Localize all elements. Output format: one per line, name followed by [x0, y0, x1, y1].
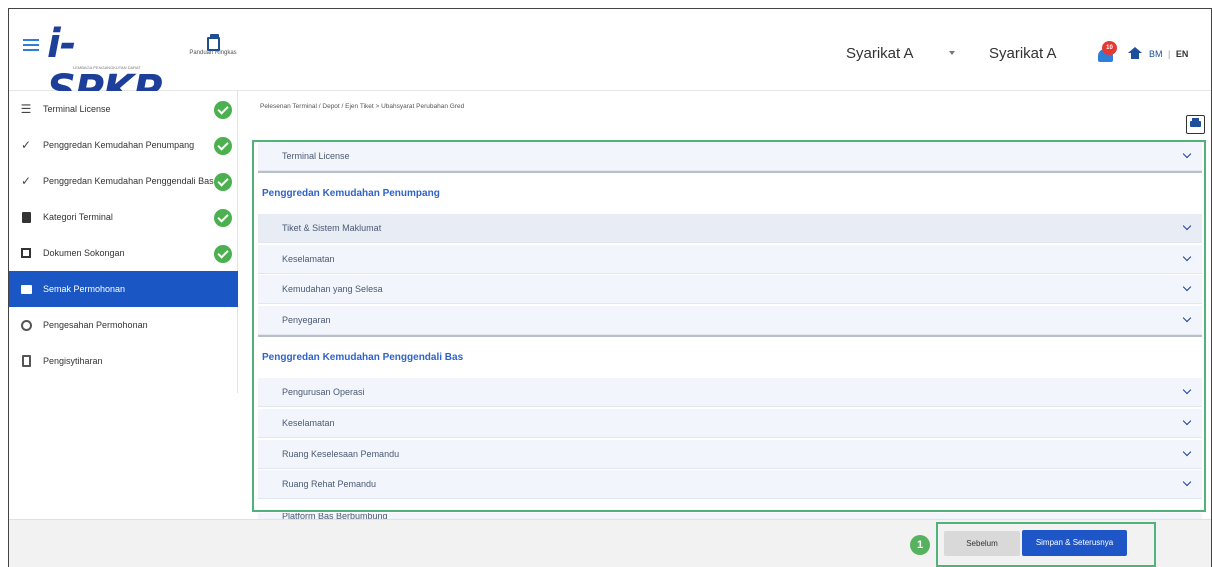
grade-icon: ✓ [20, 138, 32, 152]
accordion-label: Terminal License [282, 151, 350, 161]
menu-icon[interactable] [23, 39, 39, 53]
app-frame: i-SPKP LEMBAGA PENGANGKUTAN DARAT Pandua… [8, 8, 1212, 567]
sidebar-item-dokumen-sokongan[interactable]: Dokumen Sokongan [9, 235, 238, 271]
accordion-terminal-license[interactable]: Terminal License [258, 142, 1202, 171]
verify-icon [19, 318, 33, 332]
sidebar-item-label: Terminal License [43, 104, 111, 114]
accordion-label: Ruang Rehat Pemandu [282, 479, 377, 489]
company-name: Syarikat A [989, 45, 1057, 62]
save-next-button[interactable]: Simpan & Seterusnya [1022, 530, 1127, 556]
chevron-down-icon [1182, 149, 1192, 159]
grade-icon: ✓ [20, 174, 32, 188]
breadcrumb: Pelesenan Terminal / Depot / Ejen Tiket … [260, 103, 465, 110]
lang-bm[interactable]: BM [1149, 49, 1163, 59]
accordion-label: Pengurusan Operasi [282, 387, 365, 397]
section-divider [258, 335, 1202, 337]
sidebar-item-label: Pengesahan Permohonan [43, 320, 148, 330]
section-title-penggendali-bas: Penggredan Kemudahan Penggendali Bas [262, 352, 464, 363]
review-accordion: Terminal License Penggredan Kemudahan Pe… [252, 140, 1206, 512]
lang-separator: | [1168, 49, 1171, 59]
check-circle-icon [214, 101, 232, 119]
chevron-down-icon[interactable] [949, 51, 955, 55]
chevron-down-icon [1182, 313, 1192, 323]
previous-button[interactable]: Sebelum [944, 531, 1020, 556]
notification-bell[interactable]: 10 [1096, 41, 1120, 65]
accordion-label: Ruang Keselesaan Pemandu [282, 449, 400, 459]
company-select[interactable]: Syarikat A [846, 45, 914, 62]
step-number-badge: 1 [910, 535, 930, 555]
check-circle-icon [214, 137, 232, 155]
app-logo[interactable]: i-SPKP LEMBAGA PENGANGKUTAN DARAT [47, 21, 187, 113]
chevron-down-icon [1182, 282, 1192, 292]
home-icon[interactable] [1128, 47, 1142, 60]
notification-badge: 10 [1102, 41, 1117, 55]
check-circle-icon [214, 209, 232, 227]
section-divider [258, 171, 1202, 173]
chevron-down-icon [1182, 252, 1192, 262]
sidebar-item-label: Penggredan Kemudahan Penggendali Bas [43, 176, 214, 186]
sidebar-item-penggredan-bas[interactable]: ✓ Penggredan Kemudahan Penggendali Bas [9, 163, 238, 199]
accordion-kemudahan-selesa[interactable]: Kemudahan yang Selesa [258, 275, 1202, 304]
logo-subtitle: LEMBAGA PENGANGKUTAN DARAT [73, 65, 141, 70]
accordion-tiket-sistem[interactable]: Tiket & Sistem Maklumat [258, 214, 1202, 243]
library-icon [19, 246, 33, 260]
accordion-keselamatan-bas[interactable]: Keselamatan [258, 409, 1202, 438]
accordion-pengurusan-operasi[interactable]: Pengurusan Operasi [258, 378, 1202, 407]
sidebar-item-label: Dokumen Sokongan [43, 248, 125, 258]
clipboard-icon [19, 354, 33, 368]
chevron-down-icon [1182, 477, 1192, 487]
language-switcher: BM | EN [1149, 49, 1188, 59]
filter-lines-icon: ☰ [20, 102, 32, 116]
accordion-penyegaran[interactable]: Penyegaran [258, 306, 1202, 335]
check-circle-icon [214, 245, 232, 263]
review-icon [19, 282, 33, 296]
guide-icon [207, 34, 220, 51]
accordion-ruang-keselesaan[interactable]: Ruang Keselesaan Pemandu [258, 440, 1202, 469]
check-circle-icon [214, 173, 232, 191]
chevron-down-icon [1182, 385, 1192, 395]
sidebar-item-pengesahan-permohonan[interactable]: Pengesahan Permohonan [9, 307, 238, 343]
sidebar: ☰ Terminal License ✓ Penggredan Kemudaha… [9, 91, 238, 393]
print-button[interactable] [1186, 115, 1205, 134]
sidebar-item-semak-permohonan[interactable]: Semak Permohonan [9, 271, 238, 307]
top-header: i-SPKP LEMBAGA PENGANGKUTAN DARAT Pandua… [9, 9, 1211, 113]
lang-en[interactable]: EN [1176, 49, 1189, 59]
accordion-label: Keselamatan [282, 254, 335, 264]
accordion-label: Keselamatan [282, 418, 335, 428]
sidebar-item-label: Semak Permohonan [43, 284, 126, 294]
sidebar-item-penggredan-penumpang[interactable]: ✓ Penggredan Kemudahan Penumpang [9, 127, 238, 163]
sidebar-item-label: Pengisytiharan [43, 356, 103, 366]
chevron-down-icon [1182, 221, 1192, 231]
accordion-keselamatan[interactable]: Keselamatan [258, 245, 1202, 274]
sidebar-item-kategori-terminal[interactable]: Kategori Terminal [9, 199, 238, 235]
accordion-label: Kemudahan yang Selesa [282, 284, 383, 294]
section-title-penumpang: Penggredan Kemudahan Penumpang [262, 188, 440, 199]
accordion-ruang-rehat[interactable]: Ruang Rehat Pemandu [258, 470, 1202, 499]
sidebar-item-pengisytiharan[interactable]: Pengisytiharan [9, 343, 238, 379]
document-icon [19, 210, 33, 224]
accordion-label: Penyegaran [282, 315, 331, 325]
accordion-label: Tiket & Sistem Maklumat [282, 223, 382, 233]
chevron-down-icon [1182, 447, 1192, 457]
sidebar-item-label: Kategori Terminal [43, 212, 113, 222]
quick-guide-link[interactable]: Panduan Ringkas [185, 34, 241, 70]
sidebar-item-terminal-license[interactable]: ☰ Terminal License [9, 91, 238, 127]
chevron-down-icon [1182, 416, 1192, 426]
sidebar-item-label: Penggredan Kemudahan Penumpang [43, 140, 195, 150]
